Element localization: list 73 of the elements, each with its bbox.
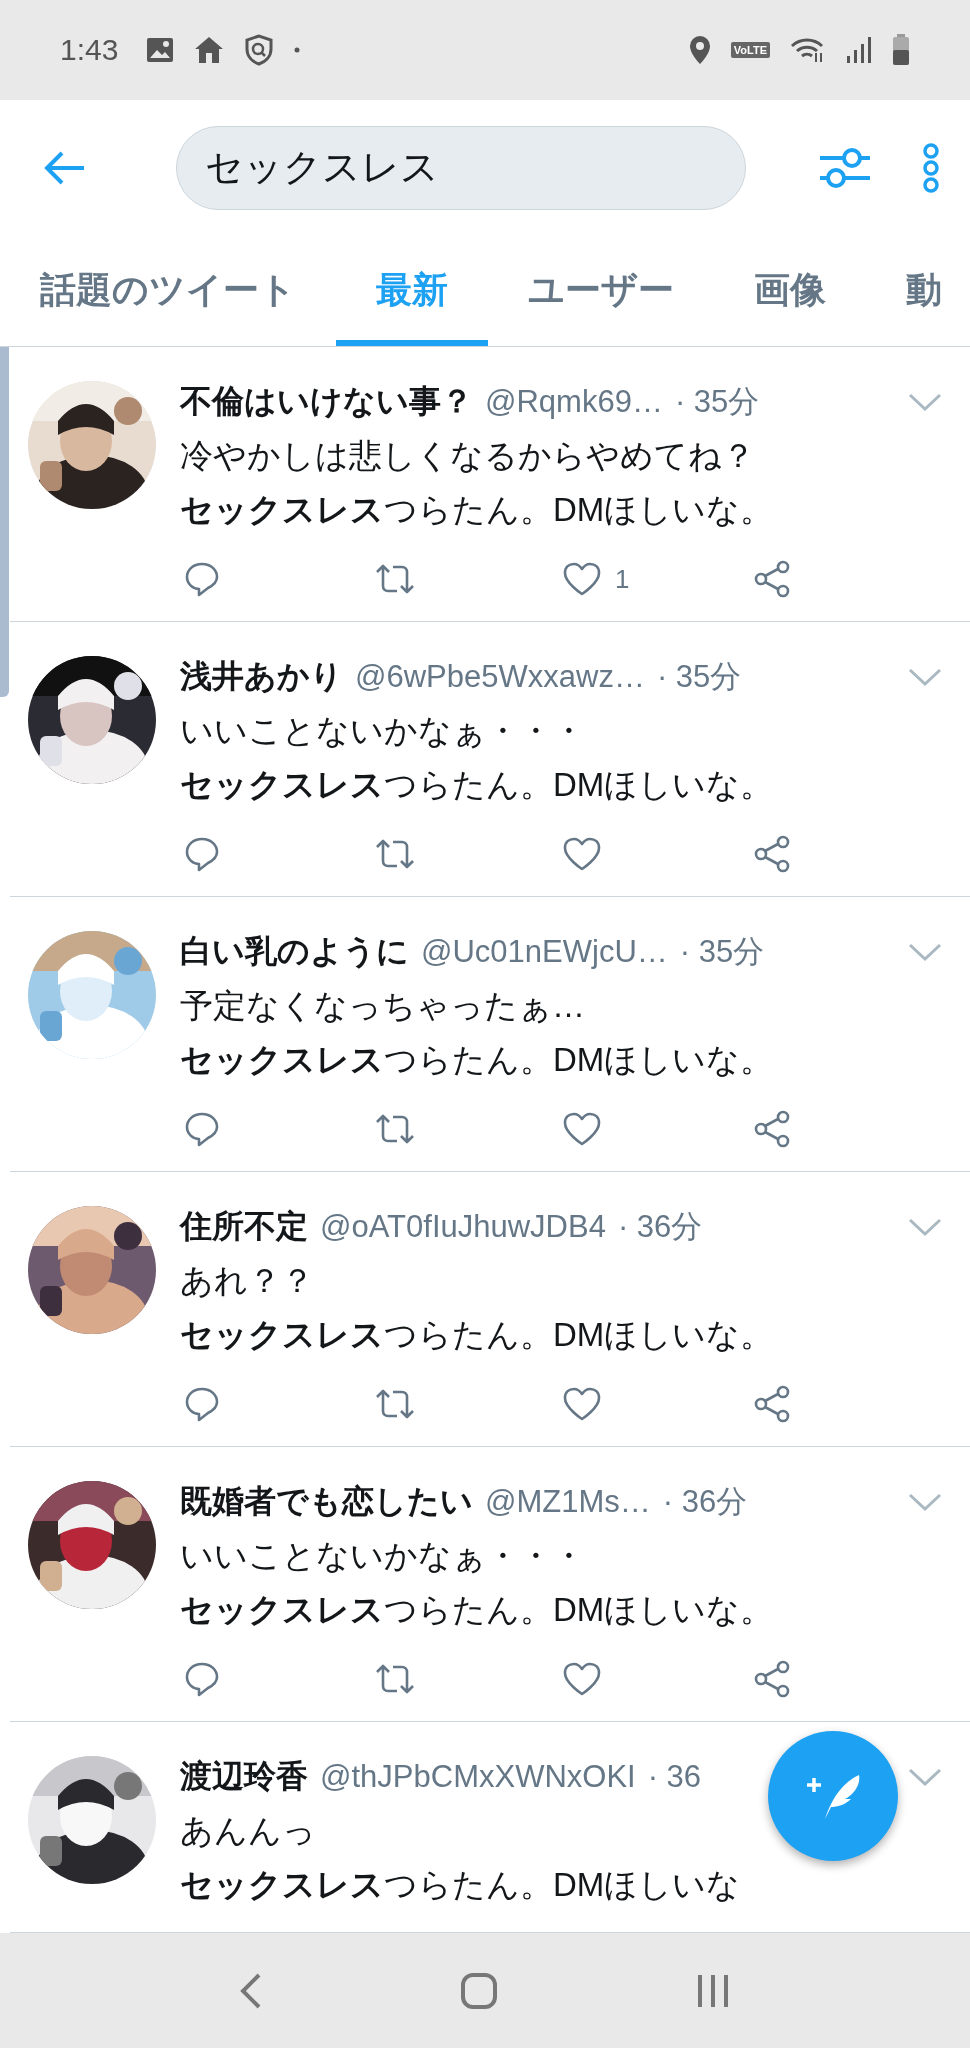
- user-handle: @oAT0fIuJhuwJDB4: [320, 1209, 606, 1245]
- share-icon[interactable]: [752, 835, 791, 873]
- tweet-text-line: セックスレスつらたん。DMほしいな。: [180, 1315, 774, 1355]
- tweet-text-line: 冷やかしは悲しくなるからやめてね？: [180, 436, 755, 476]
- home-icon: [194, 36, 225, 64]
- heart-icon[interactable]: [563, 837, 601, 871]
- signal-icon: [846, 36, 872, 64]
- heart-icon[interactable]: [563, 1112, 601, 1146]
- user-handle: @Uc01nEWjcU…: [421, 934, 668, 970]
- like-count: 1: [615, 563, 630, 595]
- image-icon: [146, 37, 175, 63]
- user-handle: @Rqmk69…: [485, 384, 663, 420]
- heart-icon[interactable]: [563, 1387, 601, 1421]
- user-handle: @MZ1Ms…: [485, 1484, 651, 1520]
- tweet-text-line: いいことないかなぁ・・・: [180, 1536, 585, 1576]
- tweet-card[interactable]: 浅井あかり @6wPbe5Wxxawz… · 35分 いいことないかなぁ・・・ セックスレスつらたん。DMほしいな。: [10, 622, 970, 897]
- tab[interactable]: 動: [866, 235, 970, 346]
- back-icon[interactable]: [238, 1971, 263, 2010]
- heart-icon[interactable]: [563, 562, 601, 596]
- tab[interactable]: 話題のツイート: [0, 235, 336, 346]
- user-handle: @6wPbe5Wxxawz…: [355, 659, 645, 695]
- heart-icon[interactable]: [563, 1662, 601, 1696]
- display-name: 白い乳のように: [180, 932, 409, 971]
- tweet-text-line: いいことないかなぁ・・・: [180, 711, 585, 751]
- scrollbar-thumb[interactable]: [0, 347, 9, 697]
- tab[interactable]: ユーザー: [488, 235, 714, 346]
- battery-icon: [892, 34, 910, 66]
- tweet-time: · 35分: [674, 383, 760, 421]
- tweet-time: · 36: [647, 1759, 702, 1795]
- back-arrow-icon[interactable]: [44, 149, 86, 186]
- clock: 1:43: [60, 33, 119, 67]
- reply-icon[interactable]: [184, 1386, 220, 1422]
- shield-icon: [244, 34, 275, 66]
- tweet-text-line: セックスレスつらたん。DMほしいな。: [180, 765, 774, 805]
- tweet-card[interactable]: 既婚者でも恋したい @MZ1Ms… · 36分 いいことないかなぁ・・・ セックスレスつらたん。DMほしいな。: [10, 1447, 970, 1722]
- tweet-text-line: あんんっ: [180, 1811, 316, 1851]
- display-name: 浅井あかり: [180, 657, 343, 696]
- tweet-card[interactable]: 不倫はいけない事？ @Rqmk69… · 35分 冷やかしは悲しくなるからやめてね？ セックスレスつらたん。DMほしいな。 1: [10, 347, 970, 622]
- share-icon[interactable]: [752, 1110, 791, 1148]
- tweet-text-line: 予定なくなっちゃったぁ…: [180, 986, 585, 1026]
- tweet-text-line: セックスレスつらたん。DMほしいな。: [180, 1590, 774, 1630]
- tweet-text-line: セックスレスつらたん。DMほしいな。: [180, 1040, 774, 1080]
- tweet-card[interactable]: 住所不定 @oAT0fIuJhuwJDB4 · 36分 あれ？？ セックスレスつらたん。DMほしいな。: [10, 1172, 970, 1447]
- user-handle: @thJPbCMxXWNxOKI: [320, 1759, 636, 1795]
- location-pin-icon: [688, 35, 711, 65]
- tweet-time: · 35分: [679, 933, 765, 971]
- reply-icon[interactable]: [184, 1111, 220, 1147]
- reply-icon[interactable]: [184, 561, 220, 597]
- compose-tweet-button[interactable]: [768, 1731, 898, 1861]
- tweet-time: · 36分: [662, 1483, 748, 1521]
- share-icon[interactable]: [752, 560, 791, 598]
- wifi-icon: [790, 37, 826, 63]
- display-name: 既婚者でも恋したい: [180, 1482, 473, 1521]
- display-name: 住所不定: [180, 1207, 308, 1246]
- share-icon[interactable]: [752, 1660, 791, 1698]
- reply-icon[interactable]: [184, 836, 220, 872]
- dot-icon: [294, 47, 301, 53]
- tweet-time: · 35分: [656, 658, 742, 696]
- tweet-text-line: セックスレスつらたん。DMほしいな。: [180, 490, 774, 530]
- filter-icon[interactable]: [818, 145, 872, 190]
- reply-icon[interactable]: [184, 1661, 220, 1697]
- display-name: 不倫はいけない事？: [180, 382, 473, 421]
- tab[interactable]: 画像: [714, 235, 866, 346]
- network-badge: VoLTE: [730, 42, 770, 58]
- more-options-icon[interactable]: [922, 142, 940, 193]
- tweet-text-line: セックスレスつらたん。DMほしいな: [180, 1865, 741, 1905]
- tweet-card[interactable]: 白い乳のように @Uc01nEWjcU… · 35分 予定なくなっちゃったぁ… セックスレスつらたん。DMほしいな。: [10, 897, 970, 1172]
- tweet-time: · 36分: [617, 1208, 703, 1246]
- share-icon[interactable]: [752, 1385, 791, 1423]
- tweet-text-line: あれ？？: [180, 1261, 314, 1301]
- display-name: 渡辺玲香: [180, 1757, 308, 1796]
- search-field[interactable]: セックスレス: [176, 125, 746, 210]
- home-button-icon[interactable]: [460, 1971, 498, 2010]
